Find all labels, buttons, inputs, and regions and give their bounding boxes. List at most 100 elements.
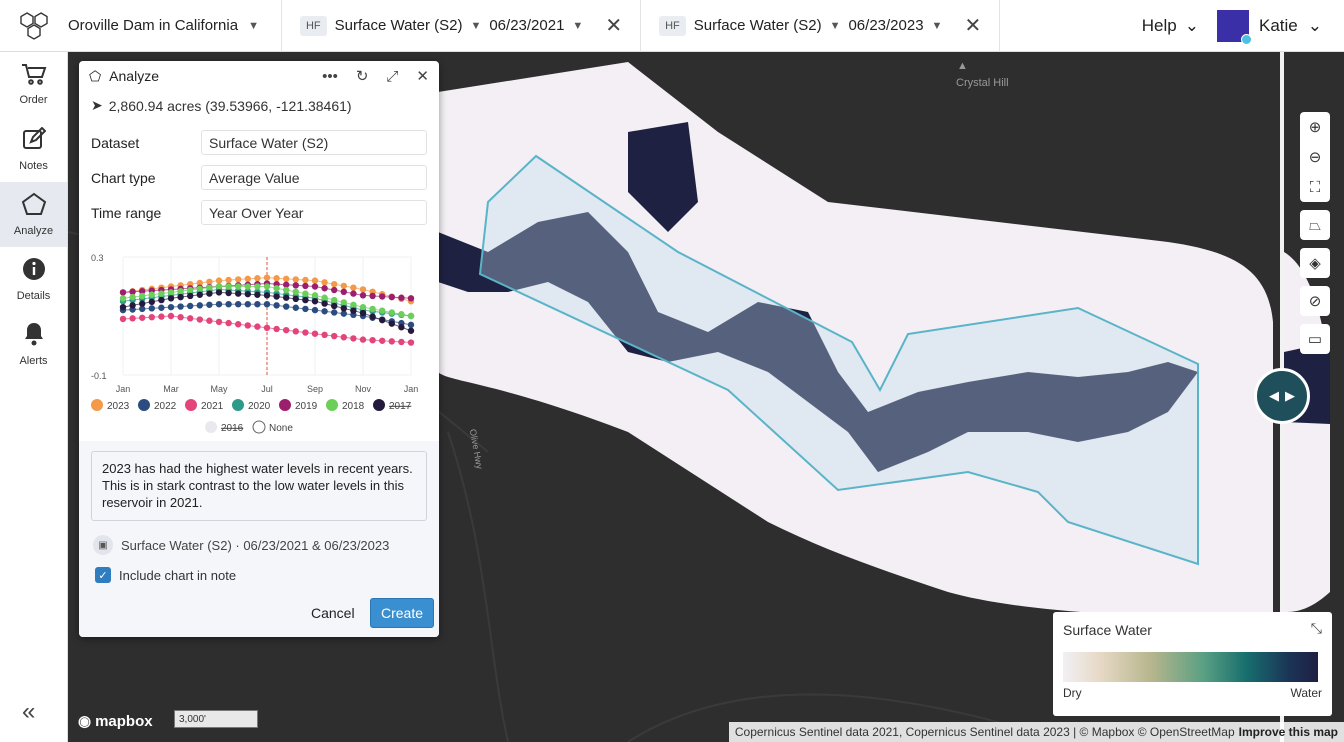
data-point-2023[interactable] <box>292 276 299 283</box>
data-point-2017[interactable] <box>139 300 146 307</box>
data-point-2017[interactable] <box>340 305 347 312</box>
data-point-2019[interactable] <box>311 283 319 290</box>
data-point-2021[interactable] <box>407 339 415 346</box>
data-point-2023[interactable] <box>302 276 309 284</box>
data-point-2022[interactable] <box>321 308 328 315</box>
data-point-2021[interactable] <box>340 334 347 341</box>
data-point-2019[interactable] <box>369 292 376 300</box>
data-point-2017[interactable] <box>283 294 290 301</box>
data-point-2017[interactable] <box>129 302 136 309</box>
data-point-2019[interactable] <box>292 282 299 289</box>
sidebar-item-analyze[interactable]: Analyze <box>0 182 67 247</box>
data-point-2022[interactable] <box>273 302 280 309</box>
data-point-2017[interactable] <box>225 289 232 297</box>
data-point-2022[interactable] <box>225 301 232 308</box>
data-point-2018[interactable] <box>196 285 203 293</box>
data-point-2017[interactable] <box>331 302 338 310</box>
data-point-2017[interactable] <box>215 289 223 296</box>
data-point-2018[interactable] <box>359 303 367 311</box>
legend-label-2016[interactable]: 2016 <box>221 423 244 434</box>
chevron-down-icon[interactable]: ▼ <box>932 20 943 32</box>
data-point-2023[interactable] <box>340 282 347 290</box>
layer-selector-left[interactable]: HF Surface Water (S2) ▼ 06/23/2021 ▼ ✕ <box>282 0 642 52</box>
data-point-2021[interactable] <box>119 315 127 323</box>
data-point-2019[interactable] <box>340 288 347 296</box>
legend-label-2019[interactable]: 2019 <box>295 401 318 412</box>
layer-selector-right[interactable]: HF Surface Water (S2) ▼ 06/23/2023 ▼ ✕ <box>641 0 1001 52</box>
legend-swatch-2020[interactable] <box>232 399 244 411</box>
sidebar-item-notes[interactable]: Notes <box>0 117 67 182</box>
legend-swatch-2021[interactable] <box>185 399 197 411</box>
ruler-icon[interactable]: ▭ <box>1300 324 1330 354</box>
data-point-2018[interactable] <box>244 283 251 290</box>
sidebar-item-order[interactable]: Order <box>0 52 67 117</box>
data-point-2021[interactable] <box>235 321 242 328</box>
data-point-2021[interactable] <box>292 328 299 335</box>
legend-label-None[interactable]: None <box>269 423 293 434</box>
data-point-2018[interactable] <box>398 311 405 318</box>
data-point-2018[interactable] <box>388 309 395 316</box>
note-textarea[interactable]: 2023 has had the highest water levels in… <box>91 451 427 521</box>
zoom-out-icon[interactable]: ⊖ <box>1300 142 1330 172</box>
data-point-2018[interactable] <box>187 286 194 294</box>
data-point-2017[interactable] <box>196 291 203 298</box>
data-point-2019[interactable] <box>398 294 405 301</box>
data-point-2021[interactable] <box>187 315 194 322</box>
data-point-2018[interactable] <box>273 285 280 292</box>
data-point-2021[interactable] <box>311 330 319 337</box>
legend-label-2021[interactable]: 2021 <box>201 401 224 412</box>
data-point-2023[interactable] <box>235 276 242 283</box>
data-point-2017[interactable] <box>292 295 299 303</box>
data-point-2021[interactable] <box>369 336 376 344</box>
data-point-2017[interactable] <box>350 307 357 314</box>
data-point-2019[interactable] <box>388 293 395 301</box>
data-point-2022[interactable] <box>302 305 309 313</box>
data-point-2017[interactable] <box>407 327 415 334</box>
data-point-2021[interactable] <box>263 324 271 331</box>
chart-type-select[interactable]: Average Value <box>201 165 427 190</box>
layers-icon[interactable]: ◈ <box>1300 248 1330 278</box>
legend-swatch-2016[interactable] <box>205 421 217 433</box>
year-over-year-chart[interactable]: 0.3 -0.1 Jan Mar May Jul Sep Nov Jan 2023 2022 2021… <box>91 249 431 435</box>
data-point-2022[interactable] <box>167 303 175 311</box>
cancel-button[interactable]: Cancel <box>301 599 365 629</box>
data-point-2018[interactable] <box>235 283 242 290</box>
legend-swatch-2018[interactable] <box>326 399 338 411</box>
data-point-2021[interactable] <box>359 336 367 343</box>
data-point-2019[interactable] <box>119 289 127 296</box>
data-point-2017[interactable] <box>302 296 309 304</box>
close-icon[interactable]: ✕ <box>416 67 429 85</box>
data-point-2022[interactable] <box>206 301 213 308</box>
data-point-2017[interactable] <box>119 303 127 311</box>
data-point-2023[interactable] <box>244 275 251 283</box>
data-point-2018[interactable] <box>177 288 184 295</box>
data-point-2018[interactable] <box>139 292 146 300</box>
data-point-2018[interactable] <box>321 294 328 301</box>
data-point-2021[interactable] <box>244 322 251 329</box>
data-point-2023[interactable] <box>215 277 223 284</box>
swipe-handle[interactable]: ◀ ▶ <box>1254 368 1310 424</box>
data-point-2021[interactable] <box>273 325 280 333</box>
chevron-down-icon[interactable]: ▼ <box>470 20 481 32</box>
layer-date[interactable]: 06/23/2023 <box>848 17 923 34</box>
data-point-2018[interactable] <box>283 286 290 294</box>
data-point-2019[interactable] <box>331 286 338 294</box>
data-point-2021[interactable] <box>331 332 338 340</box>
data-point-2018[interactable] <box>119 295 127 302</box>
data-point-2022[interactable] <box>292 304 299 311</box>
legend-label-2017[interactable]: 2017 <box>389 401 412 412</box>
data-point-2018[interactable] <box>379 307 386 314</box>
data-point-2023[interactable] <box>225 276 232 284</box>
data-point-2021[interactable] <box>254 323 261 330</box>
data-point-2018[interactable] <box>129 293 136 301</box>
expand-icon[interactable]: ⤢ <box>386 68 398 85</box>
data-point-2022[interactable] <box>177 303 184 310</box>
data-point-2018[interactable] <box>311 292 319 299</box>
data-point-2017[interactable] <box>369 313 376 320</box>
data-point-2019[interactable] <box>379 293 386 300</box>
legend-label-2023[interactable]: 2023 <box>107 401 130 412</box>
data-point-2019[interactable] <box>321 285 328 292</box>
close-icon[interactable]: ✕ <box>605 13 622 38</box>
data-point-2023[interactable] <box>321 279 328 286</box>
data-point-2022[interactable] <box>311 306 319 314</box>
